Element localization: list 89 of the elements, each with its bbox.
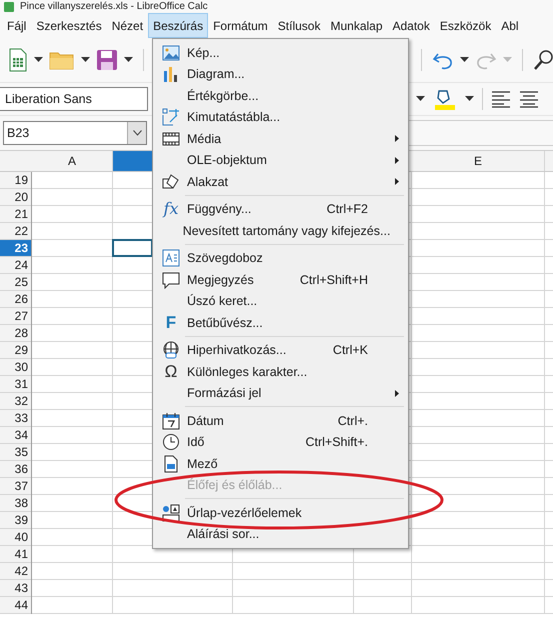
align-center-icon[interactable] <box>519 90 539 108</box>
row-header[interactable]: 30 <box>0 359 31 376</box>
row-header[interactable]: 43 <box>0 580 31 597</box>
menu-item[interactable]: Fájl <box>2 13 32 38</box>
app-icon <box>4 2 14 12</box>
dropdown-arrow-icon[interactable] <box>465 96 474 102</box>
menu-item[interactable]: Média <box>155 128 406 150</box>
pivot-table-icon <box>162 108 180 126</box>
row-header[interactable]: 19 <box>0 172 31 189</box>
row-header[interactable]: 28 <box>0 325 31 342</box>
save-icon[interactable] <box>96 49 118 71</box>
menu-item[interactable]: Aláírási sor... <box>155 524 406 545</box>
menu-item[interactable]: fx Függvény... Ctrl+F2 <box>155 198 406 220</box>
film-strip-icon <box>162 130 180 148</box>
row-header[interactable]: 27 <box>0 308 31 325</box>
row-header[interactable]: 38 <box>0 495 31 512</box>
menu-item[interactable]: Munkalap <box>325 13 388 38</box>
search-icon[interactable] <box>533 49 553 71</box>
globe-link-icon <box>162 341 180 360</box>
menu-item[interactable]: Beszúrás <box>148 13 208 38</box>
row-header[interactable]: 29 <box>0 342 31 359</box>
row-header[interactable]: 24 <box>0 257 31 274</box>
row-header[interactable]: 23 <box>0 240 31 257</box>
name-box[interactable]: B23 <box>3 121 147 145</box>
dropdown-arrow-icon <box>503 57 512 63</box>
row-header[interactable]: 40 <box>0 529 31 546</box>
menu-item[interactable]: Szövegdoboz <box>155 248 406 269</box>
font-name-field[interactable]: Liberation Sans <box>0 87 148 111</box>
menu-item[interactable]: Abl <box>496 13 524 38</box>
dropdown-arrow-icon[interactable] <box>460 57 470 63</box>
dropdown-arrow-icon[interactable] <box>416 96 425 102</box>
spreadsheet-icon[interactable] <box>8 48 28 72</box>
symbol-icon: fx <box>164 200 178 218</box>
menu-item[interactable]: Alakzat <box>155 171 406 192</box>
symbol-icon: F <box>166 314 176 332</box>
row-header[interactable]: 35 <box>0 444 31 461</box>
row-header[interactable]: 41 <box>0 546 31 563</box>
menu-item[interactable]: Űrlap-vezérlőelemek <box>155 502 406 524</box>
clock-icon <box>162 433 180 452</box>
menu-item[interactable]: Nézet <box>106 13 148 38</box>
menu-item[interactable]: Ω Különleges karakter... <box>155 361 406 382</box>
row-header[interactable]: 31 <box>0 376 31 393</box>
form-controls-icon <box>162 504 180 522</box>
row-header[interactable]: 33 <box>0 410 31 427</box>
speech-bubble-icon <box>162 270 180 289</box>
row-header[interactable]: 34 <box>0 427 31 444</box>
menu-item[interactable]: Mező <box>155 453 406 474</box>
menu-item[interactable]: Diagram... <box>155 64 406 85</box>
align-left-icon[interactable] <box>491 90 511 108</box>
menu-item[interactable]: Szerkesztés <box>31 13 107 38</box>
dropdown-arrow-icon[interactable] <box>81 57 90 63</box>
document-field-icon <box>162 454 180 473</box>
row-header[interactable]: 44 <box>0 597 31 614</box>
menu-item[interactable]: OLE-objektum <box>155 150 406 171</box>
row-header[interactable]: 25 <box>0 274 31 291</box>
row-header[interactable]: 39 <box>0 512 31 529</box>
column-header[interactable]: E <box>412 151 545 171</box>
row-header[interactable]: 36 <box>0 461 31 478</box>
shapes-icon <box>162 172 180 191</box>
chevron-down-icon[interactable] <box>132 130 142 136</box>
menu-item[interactable]: Formázási jel <box>155 382 406 404</box>
menu-item[interactable]: Úszó keret... <box>155 290 406 312</box>
menu-item[interactable]: Kép... <box>155 42 406 64</box>
menu-item[interactable]: Adatok <box>388 13 435 38</box>
row-header[interactable]: 26 <box>0 291 31 308</box>
menu-item[interactable]: F Betűbűvész... <box>155 312 406 334</box>
menu-item[interactable]: Idő Ctrl+Shift+. <box>155 432 406 453</box>
row-header[interactable]: 20 <box>0 189 31 206</box>
text-box-icon <box>162 249 180 268</box>
dropdown-arrow-icon[interactable] <box>124 57 133 63</box>
menu-item[interactable]: Megjegyzés Ctrl+Shift+H <box>155 269 406 290</box>
image-icon <box>162 44 180 62</box>
menu-item[interactable]: Stílusok <box>272 13 326 38</box>
menu-item[interactable]: Eszközök <box>434 13 496 38</box>
bar-chart-icon <box>162 65 180 84</box>
symbol-icon: Ω <box>164 362 178 381</box>
window-title: Pince villanyszerelés.xls - LibreOffice Calc <box>20 1 208 12</box>
dropdown-arrow-icon[interactable] <box>34 57 43 63</box>
menu-item[interactable]: Hiperhivatkozás... Ctrl+K <box>155 340 406 361</box>
menu-item[interactable]: Kimutatástábla... <box>155 106 406 128</box>
row-header[interactable]: 37 <box>0 478 31 495</box>
row-header[interactable]: 21 <box>0 206 31 223</box>
menu-item[interactable]: Dátum Ctrl+. <box>155 410 406 432</box>
row-header[interactable]: 42 <box>0 563 31 580</box>
menu-item[interactable]: Formátum <box>208 13 273 38</box>
calendar-icon <box>162 412 180 430</box>
menu-item[interactable]: Értékgörbe... <box>155 85 406 106</box>
row-header[interactable]: 32 <box>0 393 31 410</box>
menu-item[interactable]: Nevesített tartomány vagy kifejezés... <box>155 220 406 242</box>
